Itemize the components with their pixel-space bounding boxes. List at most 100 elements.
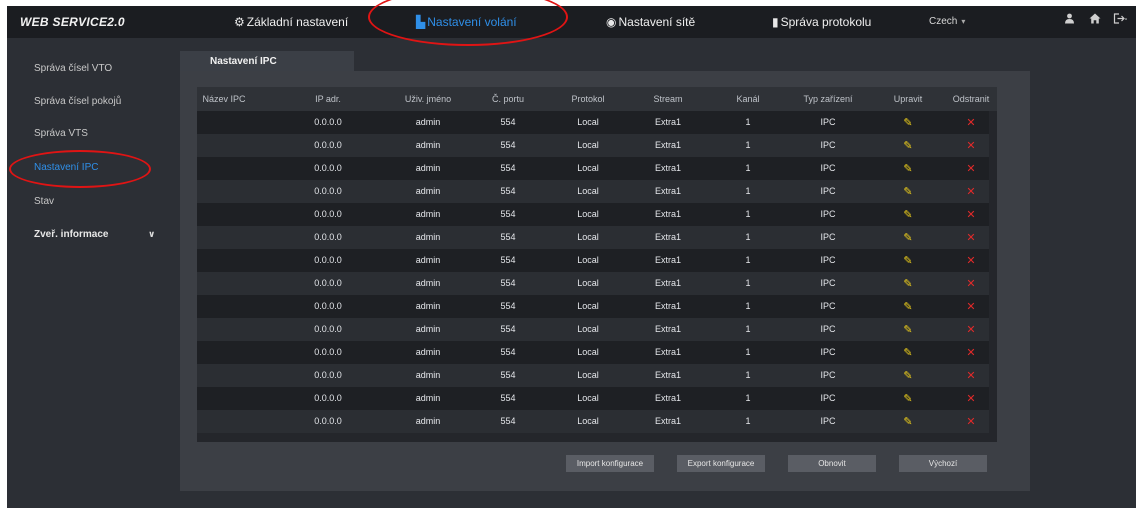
table-cell: 1 [745, 186, 751, 196]
table-cell: Extra1 [654, 186, 682, 196]
sidebar-item-room-numbers[interactable]: Správa čísel pokojů [7, 90, 177, 112]
pencil-icon[interactable]: ✎ [903, 300, 912, 313]
pencil-icon[interactable]: ✎ [903, 369, 912, 382]
pencil-icon[interactable]: ✎ [903, 323, 912, 336]
language-select[interactable]: Czech ▾ [929, 16, 965, 27]
app-window: WEB SERVICE2.0 ⚙ Základní nastavení ▙ Na… [7, 6, 1136, 508]
table-cell: IPC [820, 278, 836, 288]
table-row: 0.0.0.0 admin 554 Local Extra1 1 IPC ✎ ✕ [197, 387, 989, 410]
nav-basic-settings-label: Základní nastavení [246, 15, 349, 29]
sidebar-item-label: Stav [34, 195, 55, 207]
table-cell: IPC [820, 209, 836, 219]
close-icon[interactable]: ✕ [966, 231, 975, 244]
table-cell: admin [415, 347, 441, 357]
table-cell: 0.0.0.0 [314, 186, 342, 196]
table-cell: Extra1 [654, 370, 682, 380]
table-cell: Local [577, 163, 599, 173]
table-cell: Local [577, 370, 599, 380]
default-button[interactable]: Výchozí [899, 455, 987, 472]
column-header: Stream [653, 94, 683, 104]
table-cell: Local [577, 140, 599, 150]
top-bar: WEB SERVICE2.0 ⚙ Základní nastavení ▙ Na… [7, 6, 1136, 38]
pencil-icon[interactable]: ✎ [903, 185, 912, 198]
close-icon[interactable]: ✕ [966, 369, 975, 382]
nav-log-management[interactable]: ▮ Správa protokolu [772, 13, 871, 31]
table-cell: IPC [820, 347, 836, 357]
pencil-icon[interactable]: ✎ [903, 254, 912, 267]
table-cell: 554 [500, 186, 516, 196]
pencil-icon[interactable]: ✎ [903, 415, 912, 428]
close-icon[interactable]: ✕ [966, 323, 975, 336]
logout-icon[interactable] [1113, 13, 1127, 27]
column-header: Typ zařízení [803, 94, 853, 104]
table-cell: 554 [500, 232, 516, 242]
export-config-button[interactable]: Export konfigurace [677, 455, 765, 472]
document-icon: ▮ [772, 15, 779, 29]
sidebar-item-vts[interactable]: Správa VTS [7, 122, 177, 144]
close-icon[interactable]: ✕ [966, 392, 975, 405]
close-icon[interactable]: ✕ [966, 139, 975, 152]
sidebar-item-vto-numbers[interactable]: Správa čísel VTO [7, 57, 177, 79]
table-cell: 554 [500, 163, 516, 173]
table-cell: 554 [500, 301, 516, 311]
pencil-icon[interactable]: ✎ [903, 139, 912, 152]
pencil-icon[interactable]: ✎ [903, 162, 912, 175]
table-header: Název IPC IP adr. Uživ. jméno Č. portu P… [197, 87, 997, 111]
pencil-icon[interactable]: ✎ [903, 346, 912, 359]
chevron-down-icon: ▾ [961, 17, 966, 26]
pencil-icon[interactable]: ✎ [903, 116, 912, 129]
pencil-icon[interactable]: ✎ [903, 208, 912, 221]
close-icon[interactable]: ✕ [966, 300, 975, 313]
user-icon[interactable] [1064, 13, 1075, 27]
nav-network-settings[interactable]: ◉ Nastavení sítě [606, 13, 695, 31]
table-row: 0.0.0.0 admin 554 Local Extra1 1 IPC ✎ ✕ [197, 203, 989, 226]
import-config-button[interactable]: Import konfigurace [566, 455, 654, 472]
table-cell: admin [415, 186, 441, 196]
table-cell: 1 [745, 209, 751, 219]
close-icon[interactable]: ✕ [966, 208, 975, 221]
table-cell: 1 [745, 301, 751, 311]
table-cell: Local [577, 117, 599, 127]
pencil-icon[interactable]: ✎ [903, 392, 912, 405]
close-icon[interactable]: ✕ [966, 346, 975, 359]
close-icon[interactable]: ✕ [966, 116, 975, 129]
table-row: 0.0.0.0 admin 554 Local Extra1 1 IPC ✎ ✕ [197, 272, 989, 295]
refresh-button[interactable]: Obnovit [788, 455, 876, 472]
annotation-highlight [9, 150, 151, 188]
table-cell: admin [415, 255, 441, 265]
ipc-table: Název IPC IP adr. Uživ. jméno Č. portu P… [197, 87, 997, 442]
table-cell: Local [577, 301, 599, 311]
pencil-icon[interactable]: ✎ [903, 277, 912, 290]
home-icon[interactable] [1089, 13, 1101, 27]
globe-icon: ◉ [606, 15, 617, 29]
table-cell: Local [577, 209, 599, 219]
sidebar-item-label: Správa čísel VTO [34, 62, 113, 74]
table-cell: admin [415, 324, 441, 334]
table-cell: 0.0.0.0 [314, 163, 342, 173]
table-cell: IPC [820, 232, 836, 242]
table-cell: Local [577, 324, 599, 334]
pencil-icon[interactable]: ✎ [903, 231, 912, 244]
table-row: 0.0.0.0 admin 554 Local Extra1 1 IPC ✎ ✕ [197, 111, 989, 134]
close-icon[interactable]: ✕ [966, 277, 975, 290]
table-cell: 1 [745, 163, 751, 173]
sidebar-item-publish-info[interactable]: Zveř. informace ∨ [7, 223, 177, 245]
table-cell: Extra1 [654, 416, 682, 426]
sidebar-item-status[interactable]: Stav [7, 190, 177, 212]
chevron-down-icon: ∨ [148, 228, 156, 239]
table-cell: 554 [500, 347, 516, 357]
column-header: Č. portu [491, 94, 525, 104]
nav-basic-settings[interactable]: ⚙ Základní nastavení [234, 13, 348, 31]
nav-log-management-label: Správa protokolu [780, 15, 872, 29]
close-icon[interactable]: ✕ [966, 162, 975, 175]
close-icon[interactable]: ✕ [966, 415, 975, 428]
tab-ipc-settings[interactable]: Nastavení IPC [180, 51, 354, 71]
nav-network-settings-label: Nastavení sítě [618, 15, 696, 29]
table-cell: 1 [745, 393, 751, 403]
close-icon[interactable]: ✕ [966, 185, 975, 198]
table-cell: 1 [745, 347, 751, 357]
table-cell: IPC [820, 186, 836, 196]
table-row: 0.0.0.0 admin 554 Local Extra1 1 IPC ✎ ✕ [197, 180, 989, 203]
table-row: 0.0.0.0 admin 554 Local Extra1 1 IPC ✎ ✕ [197, 318, 989, 341]
close-icon[interactable]: ✕ [966, 254, 975, 267]
